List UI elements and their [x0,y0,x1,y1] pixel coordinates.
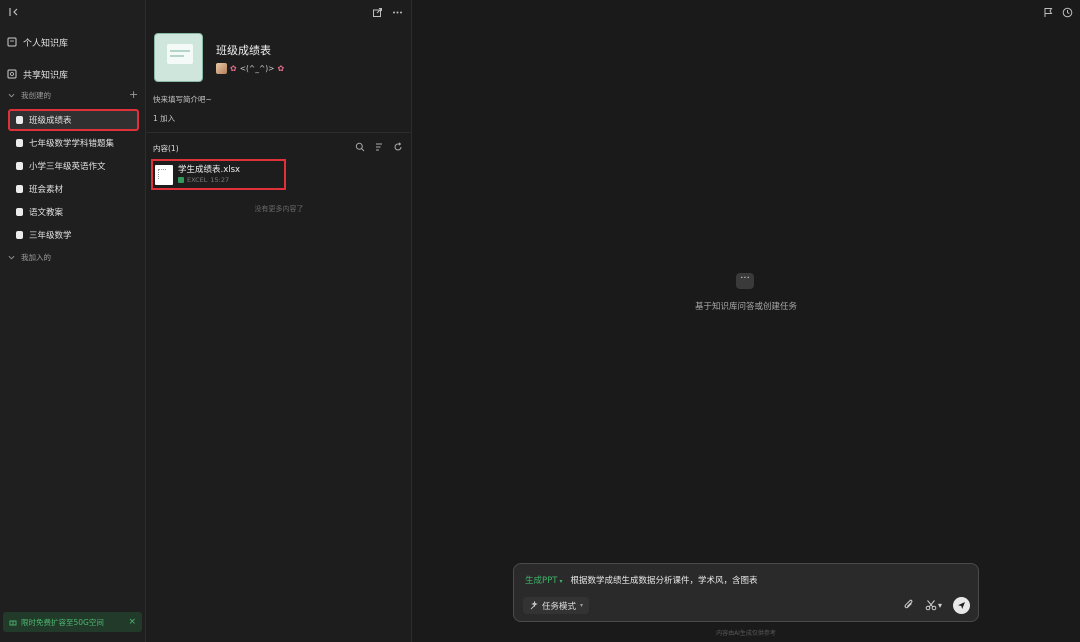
file-time: 15:27 [210,176,230,184]
shared-book-icon [7,69,17,79]
sort-icon[interactable] [374,142,384,152]
generate-ppt-tag[interactable]: 生成PPT ▾ [525,574,562,586]
chat-input-box[interactable]: 生成PPT ▾ 根据数学成绩生成数据分析课件，学术风，含图表 任务模式 ▾ ▾ [513,563,979,622]
file-meta: EXCEL 15:27 [178,176,240,184]
search-icon[interactable] [355,142,365,152]
sidebar-item-class-scores[interactable]: 班级成绩表 [8,109,139,131]
flower-icon: ✿ [230,64,237,73]
nav-shared-kb-label: 共享知识库 [23,70,69,81]
scissors-icon [925,600,937,611]
refresh-icon[interactable] [393,142,403,152]
kb-icon [16,162,23,170]
kb-detail-panel: 班级成绩表 ✿ <(^_^)> ✿ 快来填写简介吧~ 1 加入 内容(1) 学生… [146,0,412,642]
sidebar-item-label: 三年级数学 [29,231,72,241]
promo-close-icon[interactable]: × [128,617,136,627]
more-icon[interactable] [392,7,403,18]
sidebar-item-grade3-math[interactable]: 三年级数学 [8,224,139,246]
file-thumbnail [155,164,173,185]
collapse-sidebar-icon[interactable] [8,6,20,18]
book-icon [7,37,17,47]
prompt-input[interactable]: 根据数学成绩生成数据分析课件，学术风，含图表 [570,574,757,586]
chevron-down-icon [8,93,15,97]
kb-description[interactable]: 快来填写简介吧~ [153,94,212,105]
empty-state-hint: 基于知识库问答或创建任务 [694,302,797,312]
ai-disclaimer: 内容由AI生成仅供参考 [716,630,776,637]
sidebar-item-label: 语文教案 [29,208,64,218]
chevron-down-icon [8,255,15,259]
history-icon[interactable] [1062,7,1073,18]
chevron-down-icon: ▾ [580,602,584,609]
avatar [216,63,227,74]
sidebar-item-label: 班会素材 [29,185,64,195]
send-button[interactable] [953,597,970,614]
nav-personal-kb[interactable]: 个人知识库 [7,33,68,51]
sidebar-item-label: 班级成绩表 [29,116,72,126]
sidebar-item-math-errors[interactable]: 七年级数学学科错题集 [8,132,139,154]
excel-icon [178,177,184,183]
chat-bubble-icon: ··· [736,273,754,289]
group-created-toggle[interactable]: 我创建的 [8,88,51,102]
sidebar: 个人知识库 共享知识库 我创建的 + 班级成绩表 七年级数学学科错题集 小学三年… [0,0,146,642]
task-mode-select[interactable]: 任务模式 ▾ [523,597,590,614]
flag-icon[interactable] [1043,7,1054,18]
kb-icon [16,139,23,147]
tool-select[interactable]: ▾ [925,599,947,611]
gift-icon [9,620,17,626]
kb-icon [16,231,23,239]
paperclip-icon[interactable] [903,599,915,611]
storage-promo-banner[interactable]: 限时免费扩容至50G空间 × [3,612,142,632]
nav-personal-kb-label: 个人知识库 [23,38,69,49]
kb-icon [16,185,23,193]
kb-joined-count[interactable]: 1 加入 [153,113,175,124]
flower-icon: ✿ [277,64,285,73]
group-joined-label: 我加入的 [21,252,51,262]
group-created-label: 我创建的 [21,90,51,100]
kb-title: 班级成绩表 [216,44,271,57]
sidebar-item-label: 小学三年级英语作文 [29,162,106,172]
kb-icon [16,116,23,124]
content-count-label: 内容(1) [153,144,179,153]
add-kb-button[interactable]: + [129,89,138,100]
file-item[interactable]: 学生成绩表.xlsx EXCEL 15:27 [151,159,286,190]
share-icon[interactable] [372,7,383,18]
sidebar-item-label: 七年级数学学科错题集 [29,139,115,149]
nav-shared-kb[interactable]: 共享知识库 [7,65,68,83]
sidebar-item-chinese-plans[interactable]: 语文教案 [8,201,139,223]
kb-icon [16,208,23,216]
task-mode-label: 任务模式 [542,601,577,612]
chat-panel: ··· 基于知识库问答或创建任务 生成PPT ▾ 根据数学成绩生成数据分析课件，学… [412,0,1080,642]
kb-owner: ✿ <(^_^)> ✿ [216,63,284,74]
chevron-down-icon: ▾ [559,578,563,585]
sidebar-item-english-essay[interactable]: 小学三年级英语作文 [8,155,139,177]
file-type: EXCEL [187,176,208,184]
send-icon [958,602,965,609]
promo-text: 限时免费扩容至50G空间 [21,617,104,627]
owner-name: <(^_^)> [239,64,275,73]
kb-cover-image[interactable] [154,33,203,82]
chevron-down-icon: ▾ [938,600,943,610]
file-name: 学生成绩表.xlsx [178,165,241,175]
group-joined-toggle[interactable]: 我加入的 [8,250,51,264]
sidebar-item-class-meeting[interactable]: 班会素材 [8,178,139,200]
sparkle-icon [530,601,538,610]
no-more-content: 没有更多内容了 [254,205,304,213]
generate-ppt-label: 生成PPT [525,576,558,586]
divider [146,132,412,133]
